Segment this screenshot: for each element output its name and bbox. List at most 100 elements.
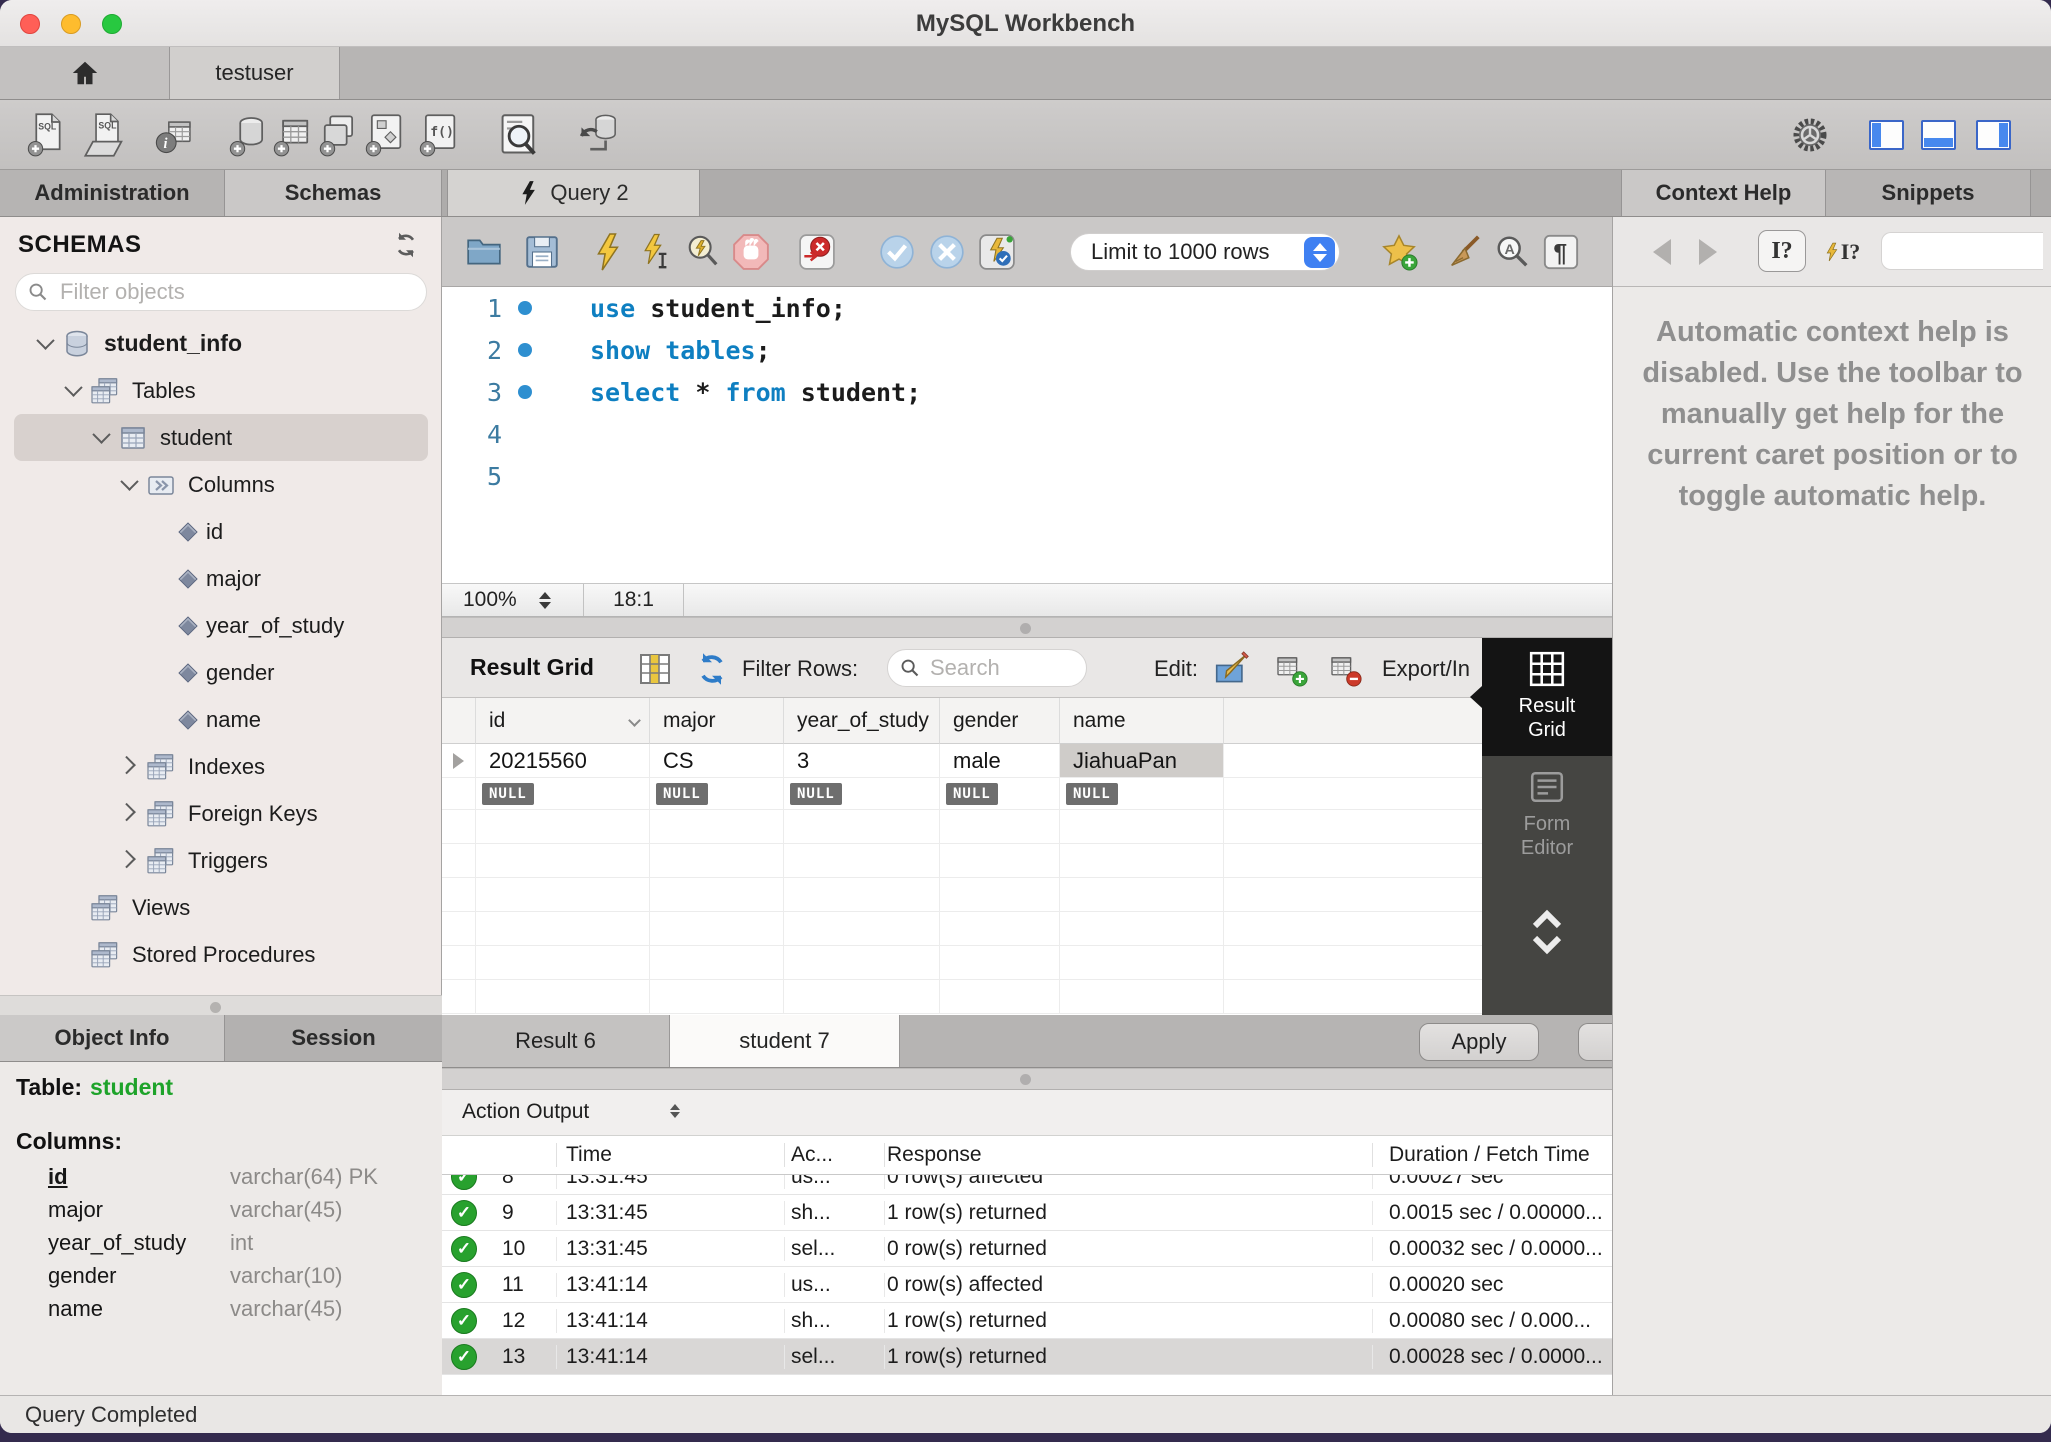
help-back-icon[interactable]: [1653, 239, 1671, 265]
grid-empty-row[interactable]: [442, 946, 1612, 980]
grid-null-cell[interactable]: NULL: [650, 778, 784, 810]
reconnect-dbms-icon[interactable]: [576, 112, 622, 158]
commit-icon[interactable]: [878, 233, 916, 271]
grid-null-cell[interactable]: NULL: [784, 778, 940, 810]
tree-item-student[interactable]: student: [14, 414, 428, 461]
refresh-results-icon[interactable]: [694, 651, 730, 687]
chevron-right-icon[interactable]: [114, 760, 144, 773]
toggle-stop-on-error-icon[interactable]: [798, 233, 836, 271]
tab-query-2[interactable]: Query 2: [447, 170, 700, 216]
grid-cell[interactable]: CS: [650, 744, 784, 778]
grid-cell[interactable]: 3: [784, 744, 940, 778]
grid-cell[interactable]: JiahuaPan: [1060, 744, 1224, 778]
chevron-right-icon[interactable]: [114, 854, 144, 867]
toggle-automatic-help-button[interactable]: I?: [1816, 232, 1868, 272]
save-snippet-icon[interactable]: [1380, 233, 1418, 271]
tree-item-major[interactable]: major: [0, 555, 442, 602]
tab-snippets[interactable]: Snippets: [1826, 170, 2031, 216]
context-help-caret-button[interactable]: I?: [1758, 230, 1806, 272]
tree-item-student-info[interactable]: student_info: [0, 320, 442, 367]
refresh-schemas-icon[interactable]: [392, 231, 420, 259]
grid-empty-row[interactable]: [442, 878, 1612, 912]
grid-column-header-name[interactable]: name: [1060, 698, 1224, 744]
save-script-icon[interactable]: [523, 233, 561, 271]
chevron-down-icon[interactable]: [58, 384, 88, 397]
action-output-row-9[interactable]: ✓913:31:45sh...1 row(s) returned0.0015 s…: [442, 1195, 1612, 1231]
tab-administration[interactable]: Administration: [0, 170, 225, 216]
time-column-header[interactable]: Time: [556, 1143, 784, 1167]
panel-scroll-chevrons[interactable]: [1482, 900, 1612, 964]
toggle-autocommit-icon[interactable]: [978, 233, 1016, 271]
grid-column-header-id[interactable]: id: [476, 698, 650, 744]
tree-item-indexes[interactable]: Indexes: [0, 743, 442, 790]
filter-objects-input[interactable]: [58, 278, 388, 306]
grid-cell[interactable]: male: [940, 744, 1060, 778]
explain-plan-icon[interactable]: [684, 233, 722, 271]
grid-empty-row[interactable]: [442, 844, 1612, 878]
code-line[interactable]: 2show tables;: [442, 329, 1612, 371]
delete-row-icon[interactable]: [1326, 651, 1362, 687]
create-schema-icon[interactable]: [226, 112, 272, 158]
duration-column-header[interactable]: Duration / Fetch Time: [1372, 1143, 1612, 1167]
grid-cell[interactable]: 20215560: [476, 744, 650, 778]
sidebar-splitter[interactable]: [0, 995, 442, 1015]
chevron-down-icon[interactable]: [86, 431, 116, 444]
grid-empty-row[interactable]: [442, 810, 1612, 844]
tree-item-views[interactable]: Views: [0, 884, 442, 931]
help-search-input[interactable]: [1892, 233, 2042, 267]
tab-student-7[interactable]: student 7: [670, 1015, 900, 1067]
new-sql-tab-icon[interactable]: SQL: [24, 112, 70, 158]
help-forward-icon[interactable]: [1699, 239, 1717, 265]
chevron-right-icon[interactable]: [114, 807, 144, 820]
grid-null-cell[interactable]: NULL: [476, 778, 650, 810]
tab-result-6[interactable]: Result 6: [442, 1015, 670, 1067]
grid-column-header-year_of_study[interactable]: year_of_study: [784, 698, 940, 744]
output-selector-stepper-icon[interactable]: [670, 1104, 680, 1118]
tab-session[interactable]: Session: [225, 1015, 442, 1061]
tree-item-gender[interactable]: gender: [0, 649, 442, 696]
response-column-header[interactable]: Response: [884, 1143, 1372, 1167]
tree-item-name[interactable]: name: [0, 696, 442, 743]
chevron-down-icon[interactable]: [114, 478, 144, 491]
action-column-header[interactable]: Ac...: [784, 1143, 884, 1167]
tab-context-help[interactable]: Context Help: [1621, 170, 1826, 216]
tree-item-stored-procedures[interactable]: Stored Procedures: [0, 931, 442, 978]
revert-button-partial[interactable]: [1578, 1023, 1612, 1061]
toggle-sidebar-button[interactable]: [1869, 120, 1904, 150]
toggle-invisible-characters-icon[interactable]: ¶: [1542, 233, 1580, 271]
code-line[interactable]: 4: [442, 413, 1612, 455]
tree-item-triggers[interactable]: Triggers: [0, 837, 442, 884]
result-output-splitter[interactable]: [442, 1068, 1612, 1090]
grid-column-header-gender[interactable]: gender: [940, 698, 1060, 744]
grid-null-row[interactable]: NULLNULLNULLNULLNULL: [442, 778, 1612, 810]
code-line[interactable]: 1use student_info;: [442, 287, 1612, 329]
preferences-gear-icon[interactable]: [1790, 115, 1830, 155]
edit-record-icon[interactable]: [1214, 651, 1250, 687]
create-view-icon[interactable]: [316, 112, 362, 158]
action-output-row-8[interactable]: ✓813:31:45us...0 row(s) affected0.00027 …: [442, 1175, 1612, 1195]
action-output-row-12[interactable]: ✓1213:41:14sh...1 row(s) returned0.00080…: [442, 1303, 1612, 1339]
home-tab[interactable]: [0, 47, 170, 99]
toggle-secondary-sidebar-button[interactable]: [1976, 120, 2011, 150]
tree-item-foreign-keys[interactable]: Foreign Keys: [0, 790, 442, 837]
code-line[interactable]: 5: [442, 455, 1612, 497]
result-search-input[interactable]: [928, 654, 1058, 682]
create-diagram-icon[interactable]: [362, 112, 408, 158]
stop-query-icon[interactable]: [732, 233, 770, 271]
execute-script-icon[interactable]: [588, 233, 626, 271]
create-function-icon[interactable]: f(): [416, 112, 462, 158]
tree-item-tables[interactable]: Tables: [0, 367, 442, 414]
form-editor-view-button[interactable]: Form Editor: [1482, 756, 1612, 874]
toggle-output-area-button[interactable]: [1921, 120, 1956, 150]
result-grid-table[interactable]: idmajoryear_of_studygendername 20215560CS…: [442, 698, 1612, 1015]
grid-column-header-major[interactable]: major: [650, 698, 784, 744]
chevron-down-icon[interactable]: [30, 337, 60, 350]
create-table-icon[interactable]: [270, 112, 316, 158]
rollback-icon[interactable]: [928, 233, 966, 271]
inspector-icon[interactable]: i: [152, 112, 198, 158]
apply-button[interactable]: Apply: [1419, 1023, 1539, 1061]
execute-current-statement-icon[interactable]: [636, 233, 674, 271]
action-output-row-10[interactable]: ✓1013:31:45sel...0 row(s) returned0.0003…: [442, 1231, 1612, 1267]
grid-empty-row[interactable]: [442, 912, 1612, 946]
grid-null-cell[interactable]: NULL: [1060, 778, 1224, 810]
